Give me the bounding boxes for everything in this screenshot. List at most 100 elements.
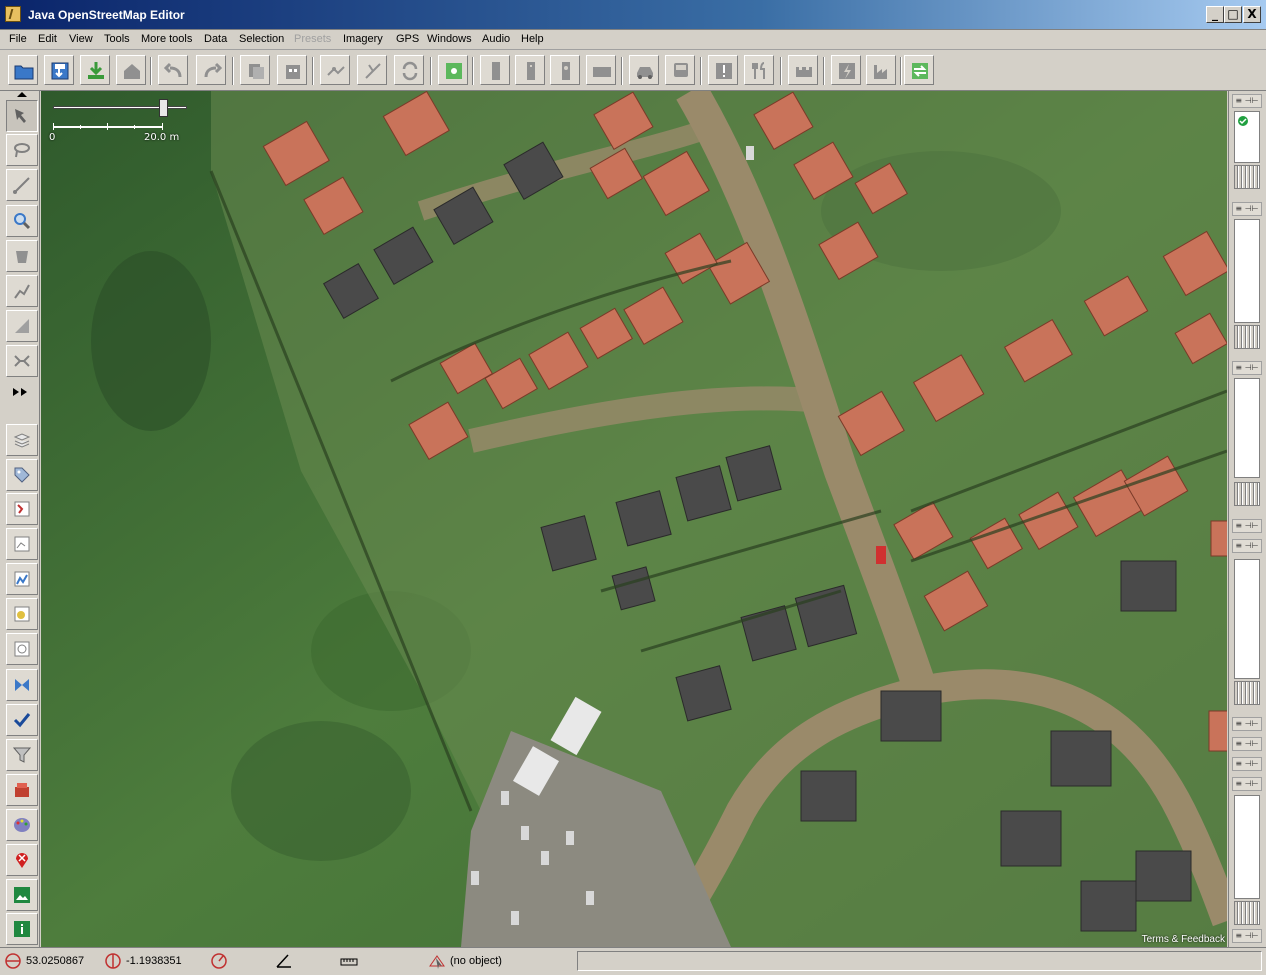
hazard-button[interactable] (708, 55, 738, 85)
menu-imagery[interactable]: Imagery (343, 33, 383, 45)
download-button[interactable] (80, 55, 110, 85)
map-paint-toggle[interactable] (6, 809, 38, 841)
zoom-tool[interactable] (6, 205, 38, 237)
dialog-header-10[interactable]: ≡ ⊣⊢ (1232, 929, 1262, 943)
car-button[interactable] (629, 55, 659, 85)
dialog-header-9[interactable]: ≡ ⊣⊢ (1232, 777, 1262, 791)
changesets-toggle[interactable] (6, 633, 38, 665)
preset-icon (527, 62, 535, 80)
dialog-header-8[interactable]: ≡ ⊣⊢ (1232, 757, 1262, 771)
dialog-body-9 (1234, 795, 1260, 899)
dialog-header-4[interactable]: ≡ ⊣⊢ (1232, 519, 1262, 533)
power-button[interactable] (831, 55, 861, 85)
save-button[interactable] (44, 55, 74, 85)
open-file-button[interactable] (8, 55, 38, 85)
map-view[interactable]: 0 20.0 m Terms & Feedback (41, 91, 1227, 947)
dialog-header-7[interactable]: ≡ ⊣⊢ (1232, 737, 1262, 751)
distance-field (340, 951, 420, 971)
longitude-icon (105, 953, 121, 969)
menu-presets[interactable]: Presets (294, 33, 331, 45)
menu-gps[interactable]: GPS (396, 33, 419, 45)
menu-help[interactable]: Help (521, 33, 544, 45)
menu-view[interactable]: View (69, 33, 93, 45)
dialog-scrollbar-2[interactable] (1234, 325, 1260, 349)
zoom-icon (14, 213, 31, 230)
menu-file[interactable]: File (9, 33, 27, 45)
toggle-dialog[interactable] (6, 774, 38, 806)
preset-3-button[interactable] (550, 55, 580, 85)
redo-button[interactable] (196, 55, 226, 85)
attribution-link[interactable]: Terms & Feedback (1142, 934, 1225, 945)
preset-4-button[interactable] (586, 55, 616, 85)
authors-toggle[interactable] (6, 563, 38, 595)
dialog-body-2 (1234, 219, 1260, 323)
validator-toggle[interactable] (6, 704, 38, 736)
layers-toggle[interactable] (6, 424, 38, 456)
image-icon (14, 887, 30, 903)
undo-button[interactable] (158, 55, 188, 85)
save-icon (51, 62, 69, 80)
restaurant-button[interactable] (744, 55, 774, 85)
menu-data[interactable]: Data (204, 33, 227, 45)
improve-way-tool[interactable] (6, 310, 38, 342)
paste-button[interactable] (277, 55, 307, 85)
castle-button[interactable] (788, 55, 818, 85)
copy-button[interactable] (240, 55, 270, 85)
conflicts-toggle[interactable] (6, 669, 38, 701)
select-tool[interactable] (6, 100, 38, 132)
scroll-up-arrow-icon[interactable] (13, 91, 31, 99)
latitude-icon (5, 953, 21, 969)
notes-toggle[interactable] (6, 844, 38, 876)
upload-button[interactable] (116, 55, 146, 85)
delete-tool[interactable] (6, 240, 38, 272)
bus-button[interactable] (665, 55, 695, 85)
zoom-to-data-button[interactable] (438, 55, 468, 85)
dialog-scrollbar-9[interactable] (1234, 901, 1260, 925)
lasso-tool[interactable] (6, 134, 38, 166)
preset-2-button[interactable] (515, 55, 545, 85)
move-button[interactable] (904, 55, 934, 85)
tags-toggle[interactable] (6, 459, 38, 491)
industrial-button[interactable] (866, 55, 896, 85)
reverse-way-button[interactable] (394, 55, 424, 85)
parallel-tool[interactable] (6, 275, 38, 307)
dialog-header-5[interactable]: ≡ ⊣⊢ (1232, 539, 1262, 553)
car-icon (637, 67, 653, 79)
filter-toggle[interactable] (6, 739, 38, 771)
dialog-header-1[interactable]: ≡ ⊣⊢ (1232, 94, 1262, 108)
draw-tool[interactable] (6, 169, 38, 201)
double-arrow-icon[interactable] (12, 387, 30, 397)
dialog-header-3[interactable]: ≡ ⊣⊢ (1232, 361, 1262, 375)
close-button[interactable]: X (1243, 6, 1261, 23)
select-icon (15, 109, 26, 123)
menu-tools[interactable]: Tools (104, 33, 130, 45)
info-toggle[interactable] (6, 913, 38, 945)
dialog-scrollbar-3[interactable] (1234, 482, 1260, 506)
minimize-button[interactable]: _ (1206, 6, 1224, 23)
relations-toggle[interactable] (6, 493, 38, 525)
dialog-scrollbar-5[interactable] (1234, 681, 1260, 705)
menu-windows[interactable]: Windows (427, 33, 472, 45)
menu-audio[interactable]: Audio (482, 33, 510, 45)
heading-field (210, 951, 270, 971)
dialog-header-6[interactable]: ≡ ⊣⊢ (1232, 717, 1262, 731)
menu-edit[interactable]: Edit (38, 33, 57, 45)
angle-icon (276, 954, 291, 968)
split-way-button[interactable] (320, 55, 350, 85)
image-toggle[interactable] (6, 879, 38, 911)
menu-selection[interactable]: Selection (239, 33, 284, 45)
lasso-icon (14, 143, 30, 158)
commands-toggle[interactable] (6, 598, 38, 630)
dialog-scrollbar-1[interactable] (1234, 165, 1260, 189)
zoom-slider-thumb[interactable] (159, 99, 168, 117)
scale-label-start: 0 (49, 132, 56, 143)
menu-more-tools[interactable]: More tools (141, 33, 192, 45)
maximize-button[interactable]: □ (1224, 6, 1242, 23)
combine-way-button[interactable] (357, 55, 387, 85)
extrude-tool[interactable] (6, 345, 38, 377)
selection-list-toggle[interactable] (6, 528, 38, 560)
folder-icon (14, 65, 34, 80)
latitude-field: 53.0250867 (4, 951, 104, 971)
dialog-header-2[interactable]: ≡ ⊣⊢ (1232, 202, 1262, 216)
preset-1-button[interactable] (480, 55, 510, 85)
